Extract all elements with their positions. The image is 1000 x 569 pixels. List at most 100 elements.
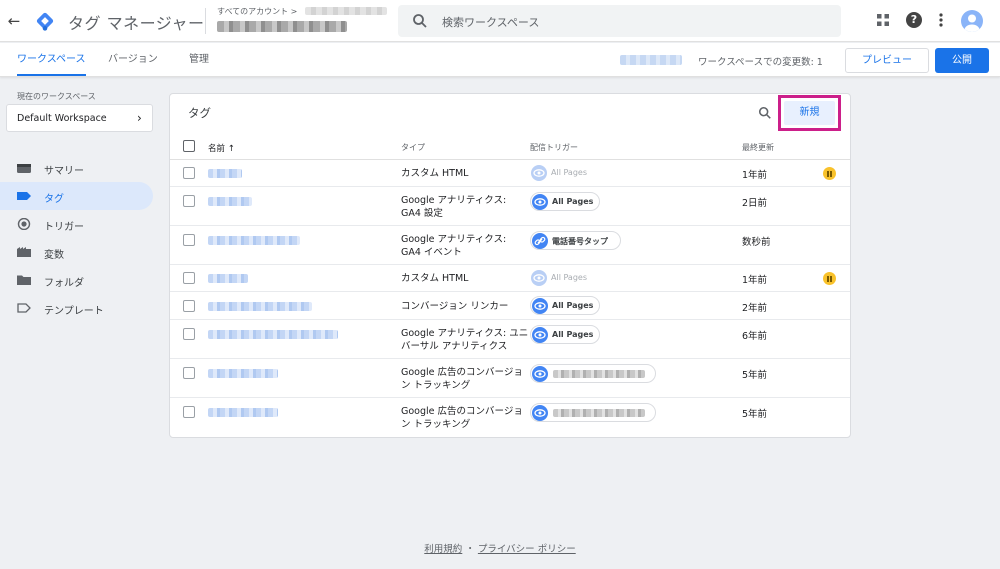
sidebar-item-label: サマリー <box>44 166 84 177</box>
last-updated: 2年前 <box>742 303 768 314</box>
trigger-chip[interactable]: All Pages <box>530 269 604 288</box>
tag-name-redacted[interactable] <box>208 302 312 311</box>
workspace-selector[interactable]: Default Workspace › <box>6 104 153 132</box>
divider <box>205 8 206 34</box>
tag-icon <box>17 192 31 200</box>
trigger-chip[interactable]: All Pages <box>530 325 600 344</box>
column-header-updated[interactable]: 最終更新 <box>742 142 774 153</box>
apps-grid-icon[interactable] <box>876 13 890 27</box>
sidebar-item-triggers[interactable]: トリガー <box>0 210 153 238</box>
select-all-checkbox[interactable] <box>183 140 195 152</box>
search-placeholder: 検索ワークスペース <box>442 16 540 29</box>
row-checkbox[interactable] <box>183 272 195 284</box>
more-vert-icon[interactable] <box>938 12 944 28</box>
row-checkbox[interactable] <box>183 300 195 312</box>
publish-button[interactable]: 公開 <box>935 48 989 73</box>
last-updated: 5年前 <box>742 409 768 420</box>
workspace-tab-bar: ワークスペース バージョン 管理 ワークスペースでの変更数: 1 プレビュー 公… <box>0 43 1000 77</box>
trigger-label: All Pages <box>551 273 587 282</box>
tag-type: Google アナリティクス: GA4 設定 <box>401 195 507 219</box>
tag-type: Google アナリティクス: ユニバーサル アナリティクス <box>401 328 529 352</box>
new-tag-button[interactable]: 新規 <box>784 101 835 125</box>
tag-name-redacted[interactable] <box>208 169 242 178</box>
pageview-trigger-icon <box>532 405 548 421</box>
column-header-type[interactable]: タイプ <box>401 142 425 153</box>
row-checkbox[interactable] <box>183 195 195 207</box>
paused-icon <box>823 272 836 285</box>
sidebar-item-label: フォルダ <box>44 278 84 289</box>
avatar[interactable] <box>961 10 983 32</box>
row-checkbox[interactable] <box>183 406 195 418</box>
trigger-chip[interactable]: 電話番号タップ <box>530 231 621 250</box>
column-header-name[interactable]: 名前 ↑ <box>208 142 235 154</box>
preview-button[interactable]: プレビュー <box>845 48 929 73</box>
tab-admin[interactable]: 管理 <box>189 43 209 76</box>
pageview-trigger-icon <box>532 298 548 314</box>
row-checkbox[interactable] <box>183 167 195 179</box>
tag-name-redacted[interactable] <box>208 369 278 378</box>
current-workspace-label: 現在のワークスペース <box>17 92 96 101</box>
table-row[interactable]: Google アナリティクス: GA4 イベント 電話番号タップ 数秒前 <box>170 226 850 265</box>
account-name-redacted[interactable] <box>305 7 387 15</box>
pageview-trigger-icon <box>532 327 548 343</box>
last-updated: 5年前 <box>742 370 768 381</box>
sidebar-item-tags[interactable]: タグ <box>0 182 153 210</box>
row-checkbox[interactable] <box>183 367 195 379</box>
table-row[interactable]: Google 広告のコンバージョン トラッキング 5年前 <box>170 398 850 437</box>
table-row[interactable]: Google アナリティクス: ユニバーサル アナリティクス All Pages… <box>170 320 850 359</box>
tag-name-redacted[interactable] <box>208 274 248 283</box>
link-click-trigger-icon <box>532 233 548 249</box>
arrow-back-icon[interactable]: ← <box>4 11 24 31</box>
table-row[interactable]: カスタム HTML All Pages 1年前 <box>170 265 850 292</box>
row-checkbox[interactable] <box>183 328 195 340</box>
container-name-redacted[interactable] <box>217 21 347 32</box>
trigger-name-redacted <box>553 409 645 417</box>
tab-versions[interactable]: バージョン <box>108 43 158 76</box>
table-row[interactable]: コンバージョン リンカー All Pages 2年前 <box>170 292 850 320</box>
footer: 利用規約 ・ プライバシー ポリシー <box>0 541 1000 555</box>
tab-workspace[interactable]: ワークスペース <box>17 43 86 76</box>
tag-type: カスタム HTML <box>401 168 469 179</box>
card-title: タグ <box>188 106 211 120</box>
new-tag-highlight: 新規 <box>778 95 841 131</box>
pageview-trigger-icon <box>532 194 548 210</box>
privacy-policy-link[interactable]: プライバシー ポリシー <box>478 544 576 555</box>
trigger-chip[interactable]: All Pages <box>530 192 600 211</box>
sidebar-item-templates[interactable]: テンプレート <box>0 294 153 322</box>
trigger-name-redacted <box>553 370 645 378</box>
tag-name-redacted[interactable] <box>208 408 278 417</box>
trigger-chip[interactable] <box>530 364 656 383</box>
trigger-chip[interactable] <box>530 403 656 422</box>
sidebar-item-label: 変数 <box>44 250 64 261</box>
last-updated: 1年前 <box>742 170 768 181</box>
tag-type: カスタム HTML <box>401 273 469 284</box>
tags-card: タグ 新規 名前 ↑ タイプ 配信トリガー 最終更新 カスタム HTML All… <box>169 93 851 438</box>
help-icon[interactable]: ? <box>906 12 922 28</box>
trigger-chip[interactable]: All Pages <box>530 296 600 315</box>
folder-icon <box>17 275 31 285</box>
pageview-trigger-icon <box>532 366 548 382</box>
sidebar-item-variables[interactable]: 変数 <box>0 238 153 266</box>
table-row[interactable]: Google アナリティクス: GA4 設定 All Pages 2日前 <box>170 187 850 226</box>
search-icon[interactable] <box>758 106 772 120</box>
table-row[interactable]: Google 広告のコンバージョン トラッキング 5年前 <box>170 359 850 398</box>
tag-name-redacted[interactable] <box>208 236 300 245</box>
sidebar-item-label: タグ <box>44 194 64 205</box>
sidebar-item-summary[interactable]: サマリー <box>0 154 153 182</box>
trigger-label: 電話番号タップ <box>552 237 608 246</box>
search-workspace-input[interactable]: 検索ワークスペース <box>398 5 841 37</box>
table-row[interactable]: カスタム HTML All Pages 1年前 <box>170 160 850 187</box>
footer-separator: ・ <box>465 544 475 555</box>
terms-link[interactable]: 利用規約 <box>424 544 462 555</box>
tag-name-redacted[interactable] <box>208 197 252 206</box>
summary-icon <box>17 164 31 173</box>
account-breadcrumb[interactable]: すべてのアカウント > <box>217 6 297 17</box>
tag-type: Google アナリティクス: GA4 イベント <box>401 234 507 258</box>
trigger-label: All Pages <box>552 330 594 339</box>
sort-arrow-up-icon: ↑ <box>227 144 235 154</box>
sidebar-item-folders[interactable]: フォルダ <box>0 266 153 294</box>
tag-name-redacted[interactable] <box>208 330 338 339</box>
column-header-trigger[interactable]: 配信トリガー <box>530 142 578 153</box>
row-checkbox[interactable] <box>183 234 195 246</box>
trigger-chip[interactable]: All Pages <box>530 164 604 183</box>
